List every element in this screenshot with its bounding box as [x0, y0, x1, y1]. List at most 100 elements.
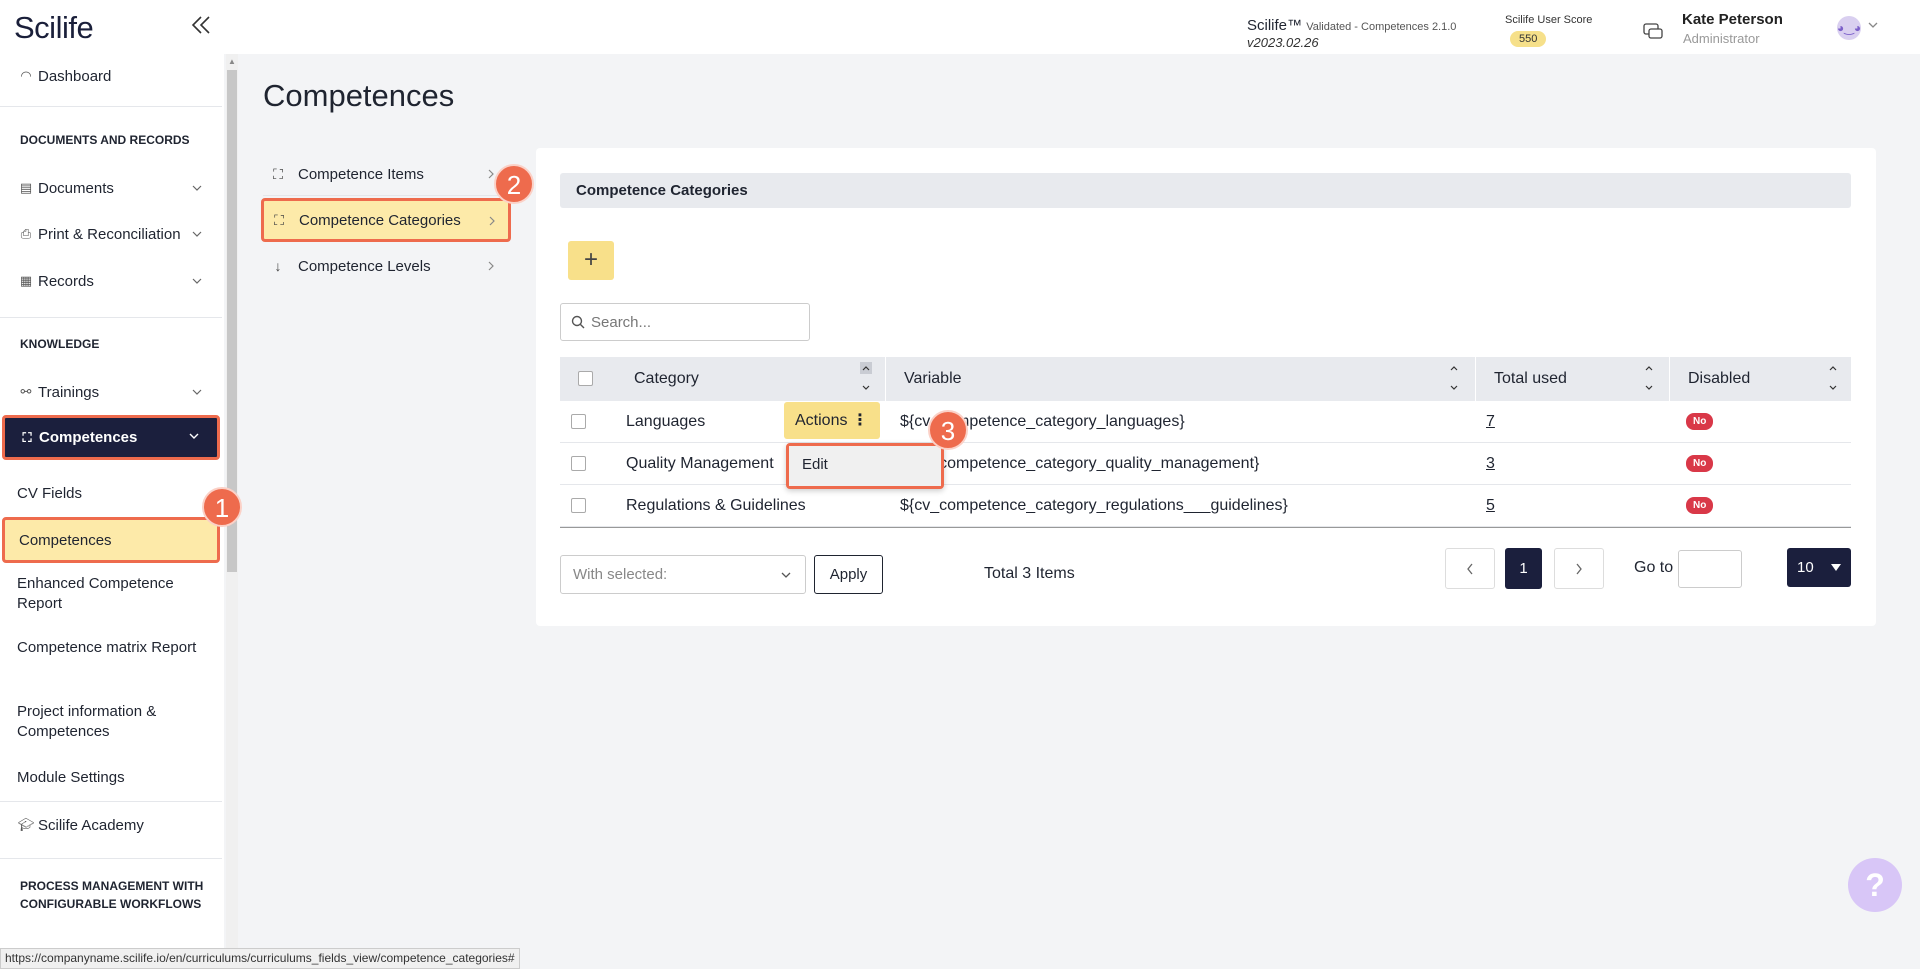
subnav-label: Competence Categories [299, 211, 461, 229]
scilife-logo[interactable]: Scilife [14, 10, 94, 46]
select-all-checkbox[interactable] [578, 371, 593, 386]
apply-button[interactable]: Apply [814, 555, 883, 594]
goto-label: Go to [1634, 559, 1674, 576]
chevron-left-icon [1467, 563, 1473, 575]
search-input[interactable] [591, 312, 801, 332]
sidebar-item-competences[interactable]: ⛶ Competences [2, 415, 220, 460]
competence-categories-icon: ⛶ [274, 211, 284, 228]
select-label: With selected: [573, 566, 668, 583]
document-icon: ▤ [19, 180, 33, 195]
feedback-icon[interactable] [1643, 23, 1663, 41]
records-icon: ▦ [19, 273, 33, 288]
header-label: Total used [1494, 370, 1567, 387]
sidebar-item-print[interactable]: ⎙ Print & Reconciliation [0, 214, 222, 254]
header-category[interactable]: Category [616, 357, 886, 401]
sidebar-item-module-settings[interactable]: Module Settings [0, 768, 222, 788]
total-used-link[interactable]: 5 [1486, 485, 1495, 527]
competences-icon: ⛶ [22, 429, 32, 445]
divider [0, 317, 222, 318]
printer-icon: ⎙ [20, 226, 32, 241]
header-disabled[interactable]: Disabled [1670, 357, 1851, 401]
status-badge: No [1686, 455, 1714, 472]
sidebar-item-enhanced-report[interactable]: Enhanced Competence Report [0, 574, 222, 614]
sidebar-item-competences-sub[interactable]: Competences [2, 517, 220, 563]
help-button[interactable]: ? [1848, 858, 1902, 912]
collapse-sidebar-icon[interactable] [190, 14, 212, 36]
total-items: Total 3 Items [984, 565, 1075, 582]
dashboard-icon: ◠ [20, 68, 32, 83]
step-marker-1: 1 [202, 487, 242, 527]
sort-icon[interactable] [1827, 362, 1839, 396]
header-label: Variable [904, 370, 962, 387]
category-cell: Regulations & Guidelines [626, 497, 806, 514]
divider [560, 527, 1851, 528]
user-role: Administrator [1683, 31, 1760, 46]
edit-menu-item[interactable]: Edit [789, 446, 941, 486]
divider [0, 858, 222, 859]
subnav-competence-items[interactable]: ⛶ Competence Items [263, 154, 507, 194]
bulk-action-select[interactable]: With selected: [560, 555, 806, 594]
status-url: https://companyname.scilife.io/en/curric… [0, 948, 520, 969]
section-documents-records: DOCUMENTS AND RECORDS [20, 133, 190, 147]
sort-icon[interactable] [1643, 362, 1655, 396]
header-variable[interactable]: Variable [886, 357, 1476, 401]
chevron-right-icon [489, 216, 495, 226]
row-checkbox[interactable] [571, 456, 586, 471]
divider [0, 801, 222, 802]
chevron-down-icon [192, 389, 202, 395]
search-icon [571, 315, 585, 329]
avatar[interactable]: ◕‿◕ [1837, 16, 1861, 40]
panel-title: Competence Categories [560, 173, 1851, 208]
sidebar-item-project-info[interactable]: Project information & Competences [0, 702, 222, 742]
prev-page-button[interactable] [1445, 548, 1495, 589]
sidebar-item-matrix-report[interactable]: Competence matrix Report [0, 638, 222, 658]
scroll-up-icon[interactable]: ▲ [228, 57, 236, 66]
sidebar-item-trainings[interactable]: ⚯ Trainings [0, 372, 222, 412]
sidebar-item-label: Scilife Academy [38, 816, 144, 834]
header-label: Category [634, 370, 699, 387]
divider [263, 195, 507, 196]
next-page-button[interactable] [1554, 548, 1604, 589]
sidebar-item-records[interactable]: ▦ Records [0, 261, 222, 301]
table-row: Quality Management ${cv_competence_categ… [560, 443, 1851, 485]
goto-page-input[interactable] [1678, 550, 1742, 588]
sidebar-item-academy[interactable]: 🎓︎ Scilife Academy [0, 805, 222, 845]
step-marker-3: 3 [928, 410, 968, 450]
actions-label: Actions [795, 412, 848, 429]
add-category-button[interactable]: + [568, 241, 614, 280]
row-checkbox[interactable] [571, 414, 586, 429]
chevron-down-icon [192, 278, 202, 284]
sidebar-item-cv-fields[interactable]: CV Fields [0, 484, 222, 504]
subnav-competence-categories[interactable]: ⛶ Competence Categories [261, 198, 511, 242]
actions-dropdown: Edit [786, 443, 944, 489]
sidebar-item-label: Competences [19, 531, 112, 549]
header-total-used[interactable]: Total used [1476, 357, 1670, 401]
top-bar: Scilife Scilife™ Validated - Competences… [0, 0, 1920, 54]
sidebar-item-dashboard[interactable]: ◠ Dashboard [0, 56, 222, 96]
chevron-down-icon[interactable] [1868, 20, 1878, 30]
chevron-down-icon [781, 572, 791, 578]
total-used-link[interactable]: 3 [1486, 443, 1495, 485]
sort-icon[interactable] [860, 362, 872, 396]
sort-icon[interactable] [1448, 362, 1460, 396]
section-process-management: PROCESS MANAGEMENT WITH CONFIGURABLE WOR… [20, 879, 204, 911]
table-row: Languages ${cv_competence_category_langu… [560, 401, 1851, 443]
chevron-down-icon [192, 231, 202, 237]
product-version: Scilife™ Validated - Competences 2.1.0 [1247, 17, 1457, 34]
current-page[interactable]: 1 [1505, 548, 1542, 589]
actions-button[interactable]: Actions ⋮ [784, 402, 880, 439]
subnav-competence-levels[interactable]: ↓ Competence Levels [263, 246, 507, 286]
more-vertical-icon: ⋮ [852, 412, 868, 429]
search-box [560, 303, 810, 341]
user-name[interactable]: Kate Peterson [1682, 11, 1783, 28]
sidebar-item-documents[interactable]: ▤ Documents [0, 168, 222, 208]
chevron-right-icon [488, 261, 494, 271]
header-label: Disabled [1688, 370, 1751, 387]
total-used-link[interactable]: 7 [1486, 401, 1495, 443]
sidebar-item-label: Records [38, 272, 94, 290]
caret-down-icon [1831, 564, 1841, 571]
row-checkbox[interactable] [571, 498, 586, 513]
page-size-select[interactable]: 10 [1787, 548, 1851, 587]
step-marker-2: 2 [494, 164, 534, 204]
subnav-label: Competence Items [298, 165, 424, 183]
